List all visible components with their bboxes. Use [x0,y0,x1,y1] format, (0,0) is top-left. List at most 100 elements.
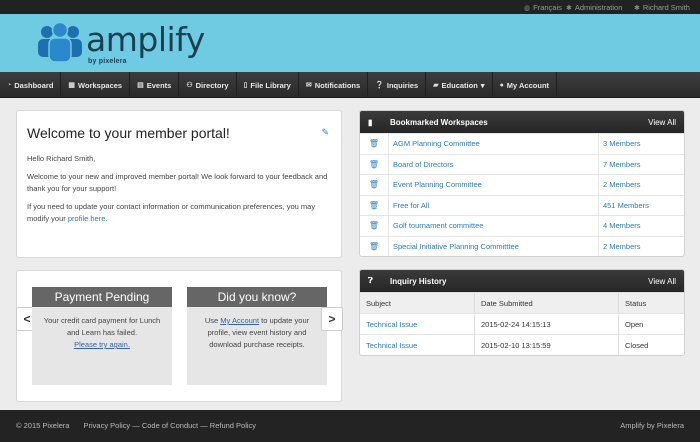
gear-icon: ✱ [566,4,572,12]
nav-label: Notifications [314,80,361,90]
payment-pending-title: Payment Pending [32,287,172,307]
footer-left: © 2015 Pixelera Privacy Policy — Code of… [16,421,256,430]
payment-pending-text: Your credit card payment for Lunch and L… [43,316,161,337]
copyright-text: © 2015 Pixelera [16,421,70,430]
trash-icon[interactable]: 🗑︎ [360,201,388,210]
inquiry-title: Inquiry History [390,276,447,286]
welcome-greeting: Hello Richard Smith, [27,154,96,163]
book-icon: ▰ [433,82,439,89]
try-again-link[interactable]: Please try again. [74,340,130,349]
inquiry-header: ❓︎ Inquiry History View All [360,270,684,292]
welcome-title: Welcome to your member portal! [27,125,230,141]
workspace-members-link[interactable]: 2 Members [598,175,684,195]
table-row: Technical Issue 2015-02-24 14:15:13 Open [360,313,684,334]
nav-file-library[interactable]: ▯ File Library [237,72,299,98]
inquiry-table-header: Subject Date Submitted Status [360,292,684,313]
profile-text-after: . [105,214,108,223]
welcome-message: Welcome to your new and improved member … [27,172,328,193]
nav-education[interactable]: ▰ Education ▾ [426,72,493,98]
main-nav: ◔ Dashboard ▦ Workspaces ▤ Events ⚇ Dire… [0,72,700,98]
administration-link[interactable]: ✱ Administration [566,3,622,12]
table-row: 🗑︎ Free for All 451 Members [360,194,684,215]
table-row: Technical Issue 2015-02-10 13:15:59 Clos… [360,334,684,355]
workspace-members-link[interactable]: 7 Members [598,154,684,174]
workspace-link[interactable]: Golf tournament committee [388,216,598,236]
nav-workspaces[interactable]: ▦ Workspaces [61,72,131,98]
footer-policy-links[interactable]: Privacy Policy — Code of Conduct — Refun… [83,421,256,430]
inquiry-view-all-link[interactable]: View All [648,277,676,286]
file-icon: ▯ [243,82,248,89]
inquiry-status: Open [618,314,684,334]
my-account-link[interactable]: My Account [220,316,259,325]
workspace-members-link[interactable]: 451 Members [598,195,684,215]
language-label: Français [533,3,562,12]
amplify-logo[interactable]: amplify by pixelera [34,20,205,70]
carousel-next-button[interactable]: > [321,307,343,331]
workspace-link[interactable]: AGM Planning Committee [388,134,598,154]
nav-directory[interactable]: ⚇ Directory [179,72,237,98]
nav-label: Inquiries [386,80,419,90]
did-you-know-title: Did you know? [187,287,327,307]
trash-icon[interactable]: 🗑︎ [360,180,388,189]
dashboard-icon: ◔ [7,81,12,89]
bookmarks-view-all-link[interactable]: View All [648,118,676,127]
workspace-members-link[interactable]: 3 Members [598,134,684,154]
people-logo-icon [38,21,82,63]
calendar-icon: ▤ [137,82,144,89]
did-you-know-card: Did you know? Use My Account to update y… [187,287,327,385]
workspace-link[interactable]: Special Initiative Planning Committtee [388,236,598,256]
trash-icon[interactable]: 🗑︎ [360,242,388,251]
globe-icon: ◍ [524,4,531,12]
nav-my-account[interactable]: ● My Account [493,72,558,98]
column-header-status: Status [618,293,684,313]
inquiry-subject-link[interactable]: Technical Issue [360,314,474,334]
table-row: 🗑︎ Event Planning Committee 2 Members [360,174,684,195]
table-row: 🗑︎ Special Initiative Planning Committte… [360,235,684,256]
welcome-profile-text: If you need to update your contact infor… [27,201,331,225]
envelope-icon: ✉ [305,82,312,89]
nav-inquiries[interactable]: ❔ Inquiries [368,72,427,98]
did-you-know-body: Use My Account to update your profile, v… [187,307,327,359]
nav-label: File Library [250,80,291,90]
payment-pending-body: Your credit card payment for Lunch and L… [32,307,172,359]
table-row: 🗑︎ AGM Planning Committee 3 Members [360,133,684,154]
table-row: 🗑︎ Board of Directors 7 Members [360,153,684,174]
utility-bar: ◍ Français ✱ Administration ✱ Richard Sm… [0,0,700,14]
workspace-members-link[interactable]: 4 Members [598,216,684,236]
nav-label: Education [441,80,478,90]
column-header-subject: Subject [366,298,392,308]
site-header: amplify by pixelera [0,14,700,72]
inquiry-subject-link[interactable]: Technical Issue [360,335,474,355]
inquiry-status: Closed [618,335,684,355]
users-icon: ⚇ [186,82,193,89]
grid-icon: ▦ [68,82,76,89]
edit-icon[interactable]: ✎ [321,127,329,138]
user-name-label: Richard Smith [642,3,690,12]
workspace-link[interactable]: Event Planning Committee [388,175,598,195]
profile-link[interactable]: profile here [68,214,106,223]
user-icon: ● [499,81,504,89]
workspace-members-link[interactable]: 2 Members [598,236,684,256]
logo-byline: by pixelera [88,58,127,65]
language-link[interactable]: ◍ Français [524,3,562,12]
workspace-link[interactable]: Free for All [388,195,598,215]
trash-icon[interactable]: 🗑︎ [360,139,388,148]
nav-label: My Account [506,80,550,90]
bookmarks-header: ▮ Bookmarked Workspaces View All [360,111,684,133]
trash-icon[interactable]: 🗑︎ [360,160,388,169]
trash-icon[interactable]: 🗑︎ [360,221,388,230]
nav-events[interactable]: ▤ Events [130,72,180,98]
gear-icon: ✱ [634,4,640,12]
user-menu-link[interactable]: ✱ Richard Smith [634,3,690,12]
chevron-down-icon: ▾ [480,80,485,90]
inquiry-date: 2015-02-24 14:15:13 [474,314,618,334]
nav-label: Dashboard [14,80,54,90]
nav-notifications[interactable]: ✉ Notifications [299,72,369,98]
nav-dashboard[interactable]: ◔ Dashboard [0,72,62,98]
workspace-link[interactable]: Board of Directors [388,154,598,174]
footer-brand: Amplify by Pixelera [620,421,684,430]
bookmarks-title: Bookmarked Workspaces [390,117,488,127]
table-row: 🗑︎ Golf tournament committee 4 Members [360,215,684,236]
bookmark-icon: ▮ [368,117,373,127]
welcome-panel: Welcome to your member portal! ✎ Hello R… [16,110,342,258]
